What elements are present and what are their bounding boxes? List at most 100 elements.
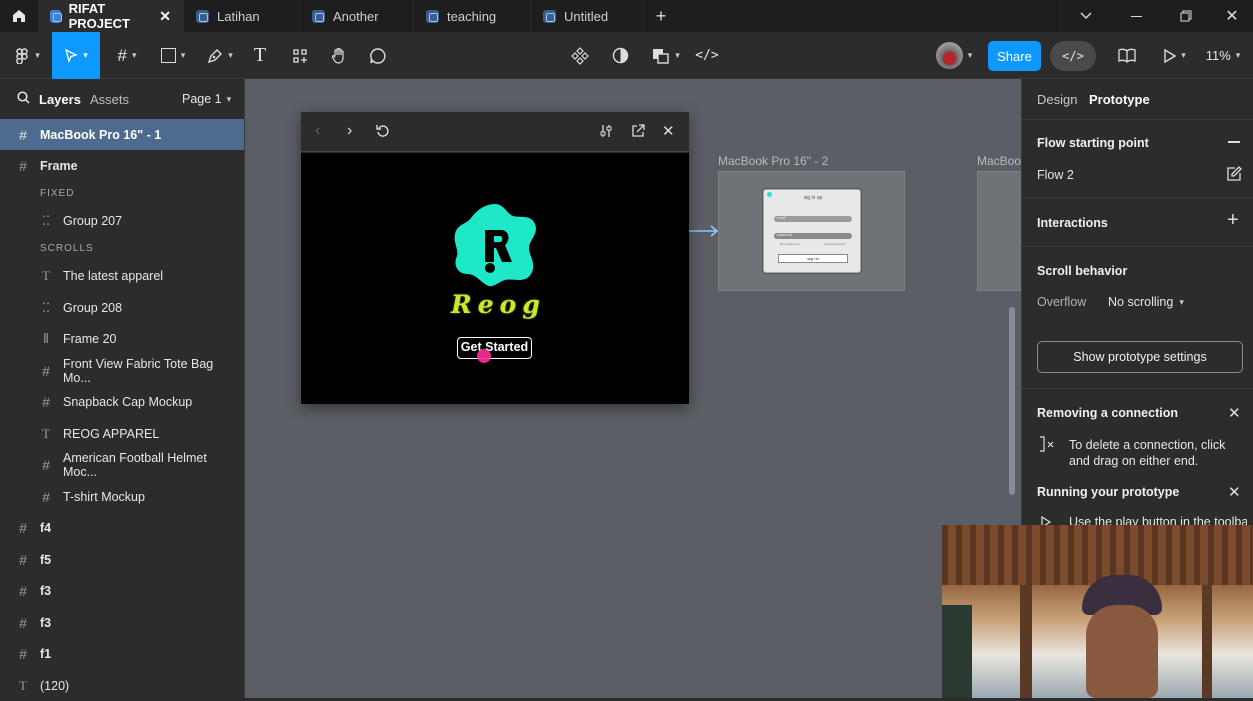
divider bbox=[1022, 197, 1253, 198]
share-button[interactable]: Share bbox=[988, 41, 1041, 71]
minimize-icon[interactable] bbox=[1111, 15, 1161, 17]
layer-row[interactable]: # American Football Helmet Moc... bbox=[0, 450, 244, 480]
chevron-down-icon[interactable] bbox=[1061, 9, 1111, 23]
home-icon[interactable] bbox=[0, 0, 38, 32]
layer-label: f4 bbox=[40, 521, 52, 535]
layer-label: f3 bbox=[40, 584, 52, 598]
create-component-button[interactable] bbox=[568, 40, 592, 71]
layer-row[interactable]: # Front View Fabric Tote Bag Mo... bbox=[0, 356, 244, 386]
tab-assets[interactable]: Assets bbox=[90, 92, 129, 107]
layer-row[interactable]: # f3 bbox=[0, 608, 244, 638]
close-window-icon[interactable]: ✕ bbox=[1211, 6, 1253, 26]
tab-design[interactable]: Design bbox=[1037, 92, 1077, 107]
layer-row[interactable]: ⁚⁚ Group 207 bbox=[0, 206, 244, 236]
tab-untitled[interactable]: Untitled bbox=[531, 0, 644, 32]
present-button[interactable]: ▾ bbox=[1158, 40, 1192, 71]
tab-label: RIFAT PROJECT bbox=[68, 1, 130, 31]
layer-row-selected[interactable]: # MacBook Pro 16" - 1 bbox=[0, 119, 244, 150]
layer-label: Frame bbox=[40, 159, 78, 173]
layers-search[interactable] bbox=[17, 91, 30, 104]
tab-layers[interactable]: Layers bbox=[39, 92, 81, 107]
layer-row-frame[interactable]: # Frame bbox=[0, 151, 244, 181]
resources-button[interactable] bbox=[288, 40, 312, 71]
forward-arrow-icon[interactable]: › bbox=[347, 122, 352, 140]
layer-row[interactable]: # f5 bbox=[0, 545, 244, 575]
shape-tool-button[interactable]: ▾ bbox=[156, 40, 190, 71]
divider bbox=[1022, 388, 1253, 389]
add-interaction-icon[interactable]: + bbox=[1227, 209, 1239, 232]
flow-name[interactable]: Flow 2 bbox=[1037, 168, 1074, 182]
tab-latihan[interactable]: Latihan bbox=[184, 0, 300, 32]
tab-bar: RIFAT PROJECT ✕ Latihan Another teaching… bbox=[0, 0, 1253, 32]
settings-sliders-icon[interactable] bbox=[599, 124, 613, 138]
frame-hash-icon: # bbox=[19, 520, 27, 536]
layer-row[interactable]: T REOG APPAREL bbox=[0, 419, 244, 449]
boolean-button[interactable]: ▾ bbox=[648, 40, 684, 71]
share-label: Share bbox=[997, 48, 1032, 64]
dev-code-button[interactable]: </> bbox=[694, 40, 720, 71]
tab-teaching[interactable]: teaching bbox=[414, 0, 531, 32]
hand-tool-button[interactable] bbox=[327, 40, 351, 71]
new-tab-icon[interactable]: + bbox=[644, 6, 678, 27]
dev-mode-toggle[interactable]: </> bbox=[1050, 41, 1096, 71]
show-prototype-settings-button[interactable]: Show prototype settings bbox=[1037, 341, 1243, 373]
prototype-connection-arrow-icon[interactable] bbox=[685, 223, 721, 239]
page-selector[interactable]: Page 1 ▾ bbox=[182, 92, 231, 106]
overflow-select[interactable]: No scrolling ▾ bbox=[1108, 295, 1184, 309]
text-t-icon: T bbox=[19, 678, 27, 693]
removing-connection-title: Removing a connection bbox=[1037, 406, 1178, 420]
restore-icon[interactable] bbox=[1161, 10, 1211, 22]
restart-icon[interactable] bbox=[376, 124, 390, 138]
close-icon[interactable]: ✕ bbox=[1228, 404, 1241, 422]
canvas-scrollbar[interactable] bbox=[1009, 307, 1015, 495]
tab-another[interactable]: Another bbox=[300, 0, 414, 32]
zoom-menu[interactable]: 11% ▾ bbox=[1203, 40, 1243, 71]
layer-row[interactable]: # f3 bbox=[0, 576, 244, 606]
frame-thumbnail-macbook-3[interactable] bbox=[977, 171, 1021, 291]
frame-tool-button[interactable]: # ▾ bbox=[110, 40, 144, 71]
frame-hash-icon: # bbox=[19, 552, 27, 568]
component-diamond-icon bbox=[571, 46, 589, 65]
open-external-icon[interactable] bbox=[631, 124, 645, 138]
move-tool-button[interactable]: ▾ bbox=[52, 32, 100, 79]
frame-hash-icon: # bbox=[19, 615, 27, 631]
text-tool-button[interactable]: T bbox=[248, 40, 272, 71]
interactions-title: Interactions bbox=[1037, 216, 1108, 230]
page-selector-label: Page 1 bbox=[182, 92, 222, 106]
main-menu-button[interactable]: ▾ bbox=[10, 40, 44, 71]
user-avatar[interactable]: ▾ bbox=[930, 40, 978, 71]
group-dotted-icon: ⁚⁚ bbox=[41, 213, 51, 228]
layer-row[interactable]: # T-shirt Mockup bbox=[0, 482, 244, 512]
tab-prototype[interactable]: Prototype bbox=[1089, 92, 1150, 107]
close-tab-icon[interactable]: ✕ bbox=[159, 8, 171, 25]
layer-row[interactable]: T The latest apparel bbox=[0, 261, 244, 291]
layer-row[interactable]: # Snapback Cap Mockup bbox=[0, 387, 244, 417]
frame-label[interactable]: MacBook bbox=[977, 154, 1021, 168]
mask-button[interactable] bbox=[608, 40, 632, 71]
layer-row[interactable]: T (120) bbox=[0, 671, 244, 701]
edit-pencil-icon[interactable] bbox=[1226, 166, 1242, 182]
layer-row[interactable]: # f4 bbox=[0, 513, 244, 543]
comment-tool-button[interactable] bbox=[366, 40, 390, 71]
remove-flow-icon[interactable] bbox=[1228, 141, 1240, 143]
zoom-level: 11% bbox=[1205, 48, 1231, 63]
pen-tool-button[interactable]: ▾ bbox=[202, 40, 238, 71]
layer-row[interactable]: # f1 bbox=[0, 639, 244, 669]
layer-row[interactable]: ⦀ Frame 20 bbox=[0, 324, 244, 354]
get-started-button[interactable]: Get Started bbox=[457, 337, 532, 359]
close-icon[interactable]: ✕ bbox=[1228, 483, 1241, 501]
code-brackets-icon: </> bbox=[1062, 49, 1084, 63]
frame-label[interactable]: MacBook Pro 16" - 2 bbox=[718, 154, 828, 168]
close-icon[interactable]: ✕ bbox=[662, 122, 675, 140]
layer-label: Group 207 bbox=[63, 214, 123, 228]
frame-thumbnail-macbook-2[interactable]: sig in up email password Remember me for… bbox=[718, 171, 905, 291]
layer-row[interactable]: ⁚⁚ Group 208 bbox=[0, 293, 244, 323]
library-button[interactable] bbox=[1115, 40, 1139, 71]
back-arrow-icon[interactable]: ‹ bbox=[315, 122, 320, 140]
frame-hash-icon: # bbox=[117, 45, 127, 65]
prototype-screen[interactable]: Reog Get Started bbox=[301, 153, 689, 404]
tab-label: Another bbox=[333, 8, 379, 24]
tab-rifat-project[interactable]: RIFAT PROJECT ✕ bbox=[38, 0, 184, 32]
frame-hash-icon: # bbox=[42, 489, 50, 505]
design-canvas[interactable]: MacBook Pro 16" - 2 sig in up email pass… bbox=[245, 79, 1021, 698]
